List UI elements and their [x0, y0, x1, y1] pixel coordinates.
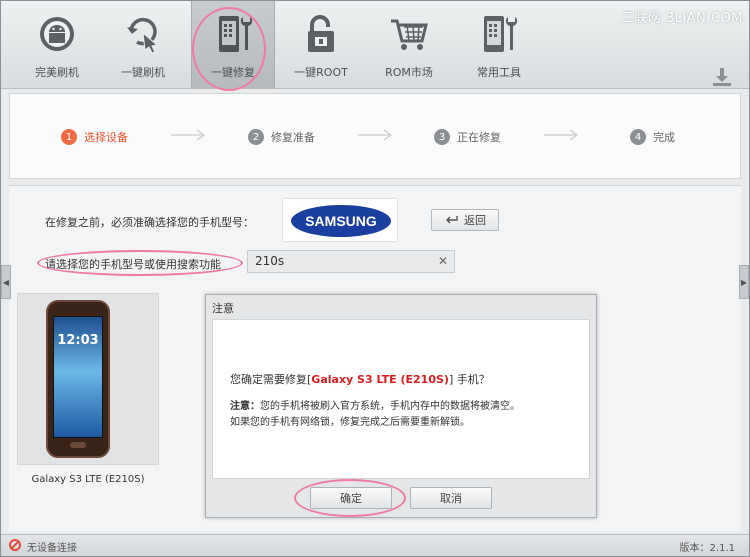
- phone-screen: 12:03: [53, 316, 103, 438]
- cancel-button-label: 取消: [440, 492, 462, 505]
- step-label: 修复准备: [271, 131, 315, 144]
- unlock-icon: [301, 13, 341, 55]
- question-suffix: ] 手机？: [448, 373, 490, 386]
- step-label: 正在修复: [457, 131, 501, 144]
- toolbar-item-common-tools[interactable]: 常用工具: [457, 1, 541, 89]
- model-search-input[interactable]: 210s ✕: [247, 250, 455, 273]
- app-window: 完美刷机 一键刷机 一键修复 一键ROOT ROM市场 常用工具 三联网 3LI…: [0, 0, 750, 557]
- confirm-button[interactable]: 确定: [310, 487, 392, 509]
- question-model: Galaxy S3 LTE (E210S): [311, 373, 449, 386]
- step-arrow-icon: [171, 129, 206, 141]
- step-label: 选择设备: [84, 131, 128, 144]
- search-input-value: 210s: [255, 254, 285, 268]
- step-number: 3: [434, 129, 450, 145]
- step-2: 2 修复准备: [248, 129, 315, 145]
- phone-tools-icon: [479, 13, 519, 55]
- note-text: 您的手机将被刷入官方系统，手机内存中的数据将被清空。: [260, 401, 520, 412]
- step-arrow-icon: [358, 129, 393, 141]
- dialog-body: 您确定需要修复[Galaxy S3 LTE (E210S)] 手机？ 注意：您的…: [212, 319, 590, 479]
- phone-home-button: [70, 442, 86, 448]
- no-device-icon: [9, 539, 21, 551]
- toolbar-label: 一键修复: [211, 66, 255, 79]
- step-indicator: 1 选择设备 2 修复准备 3 正在修复 4 完成: [9, 93, 741, 179]
- refresh-touch-icon: [123, 13, 163, 55]
- brand-logo[interactable]: SAMSUNG: [282, 198, 398, 242]
- toolbar-label: 完美刷机: [35, 66, 79, 79]
- step-number: 2: [248, 129, 264, 145]
- toolbar-label: 一键ROOT: [294, 66, 348, 79]
- version-label: 版本：2.1.1: [679, 543, 735, 554]
- back-button[interactable]: 返回: [431, 209, 499, 231]
- toolbar-label: ROM市场: [385, 66, 433, 79]
- back-button-label: 返回: [464, 214, 486, 227]
- step-3: 3 正在修复: [434, 129, 501, 145]
- back-arrow-icon: [444, 214, 458, 227]
- device-card[interactable]: 12:03: [17, 293, 159, 465]
- status-bar: 无设备连接 版本：2.1.1: [1, 534, 749, 556]
- toolbar-item-one-key-flash[interactable]: 一键刷机: [101, 1, 185, 89]
- note-label: 注意：: [230, 401, 260, 412]
- step-arrow-icon: [544, 129, 579, 141]
- step-4: 4 完成: [630, 129, 675, 145]
- step-label: 完成: [653, 131, 675, 144]
- phone-wrench-icon: [214, 13, 254, 55]
- dialog-note-line2: 如果您的手机有网络锁，修复完成之后需要重新解锁。: [230, 417, 470, 428]
- step-1: 1 选择设备: [61, 129, 128, 145]
- confirm-button-label: 确定: [340, 492, 362, 505]
- toolbar-item-rom-market[interactable]: ROM市场: [367, 1, 451, 89]
- clear-icon[interactable]: ✕: [438, 254, 448, 268]
- connection-status: 无设备连接: [27, 543, 77, 554]
- download-icon[interactable]: [711, 67, 733, 87]
- scroll-right-arrow[interactable]: ▶: [739, 265, 749, 299]
- dialog-question: 您确定需要修复[Galaxy S3 LTE (E210S)] 手机？: [230, 371, 490, 387]
- phone-clock: 12:03: [57, 333, 99, 348]
- step-number: 4: [630, 129, 646, 145]
- main-toolbar: 完美刷机 一键刷机 一键修复 一键ROOT ROM市场 常用工具 三联网 3LI…: [1, 1, 749, 89]
- toolbar-item-one-key-root[interactable]: 一键ROOT: [279, 1, 363, 89]
- shopping-cart-icon: [389, 13, 429, 55]
- device-name: Galaxy S3 LTE (E210S): [31, 474, 145, 485]
- scroll-left-arrow[interactable]: ◀: [1, 265, 11, 299]
- search-label: 请选择您的手机型号或使用搜索功能: [45, 258, 221, 271]
- dialog-note-line1: 注意：您的手机将被刷入官方系统，手机内存中的数据将被清空。: [230, 397, 520, 412]
- phone-image: 12:03: [46, 300, 110, 458]
- toolbar-item-one-key-repair[interactable]: 一键修复: [191, 1, 275, 89]
- brand-name: SAMSUNG: [305, 213, 377, 229]
- select-model-prompt: 在修复之前，必须准确选择您的手机型号：: [45, 216, 254, 229]
- step-number: 1: [61, 129, 77, 145]
- confirm-dialog: 注意 您确定需要修复[Galaxy S3 LTE (E210S)] 手机？ 注意…: [205, 294, 597, 518]
- cancel-button[interactable]: 取消: [410, 487, 492, 509]
- toolbar-label: 一键刷机: [121, 66, 165, 79]
- watermark: 三联网 3LIAN.COM: [620, 11, 743, 26]
- android-robot-icon: [37, 13, 77, 55]
- question-prefix: 您确定需要修复[: [230, 373, 312, 386]
- dialog-title: 注意: [212, 302, 234, 315]
- toolbar-item-perfect-flash[interactable]: 完美刷机: [15, 1, 99, 89]
- toolbar-label: 常用工具: [477, 66, 521, 79]
